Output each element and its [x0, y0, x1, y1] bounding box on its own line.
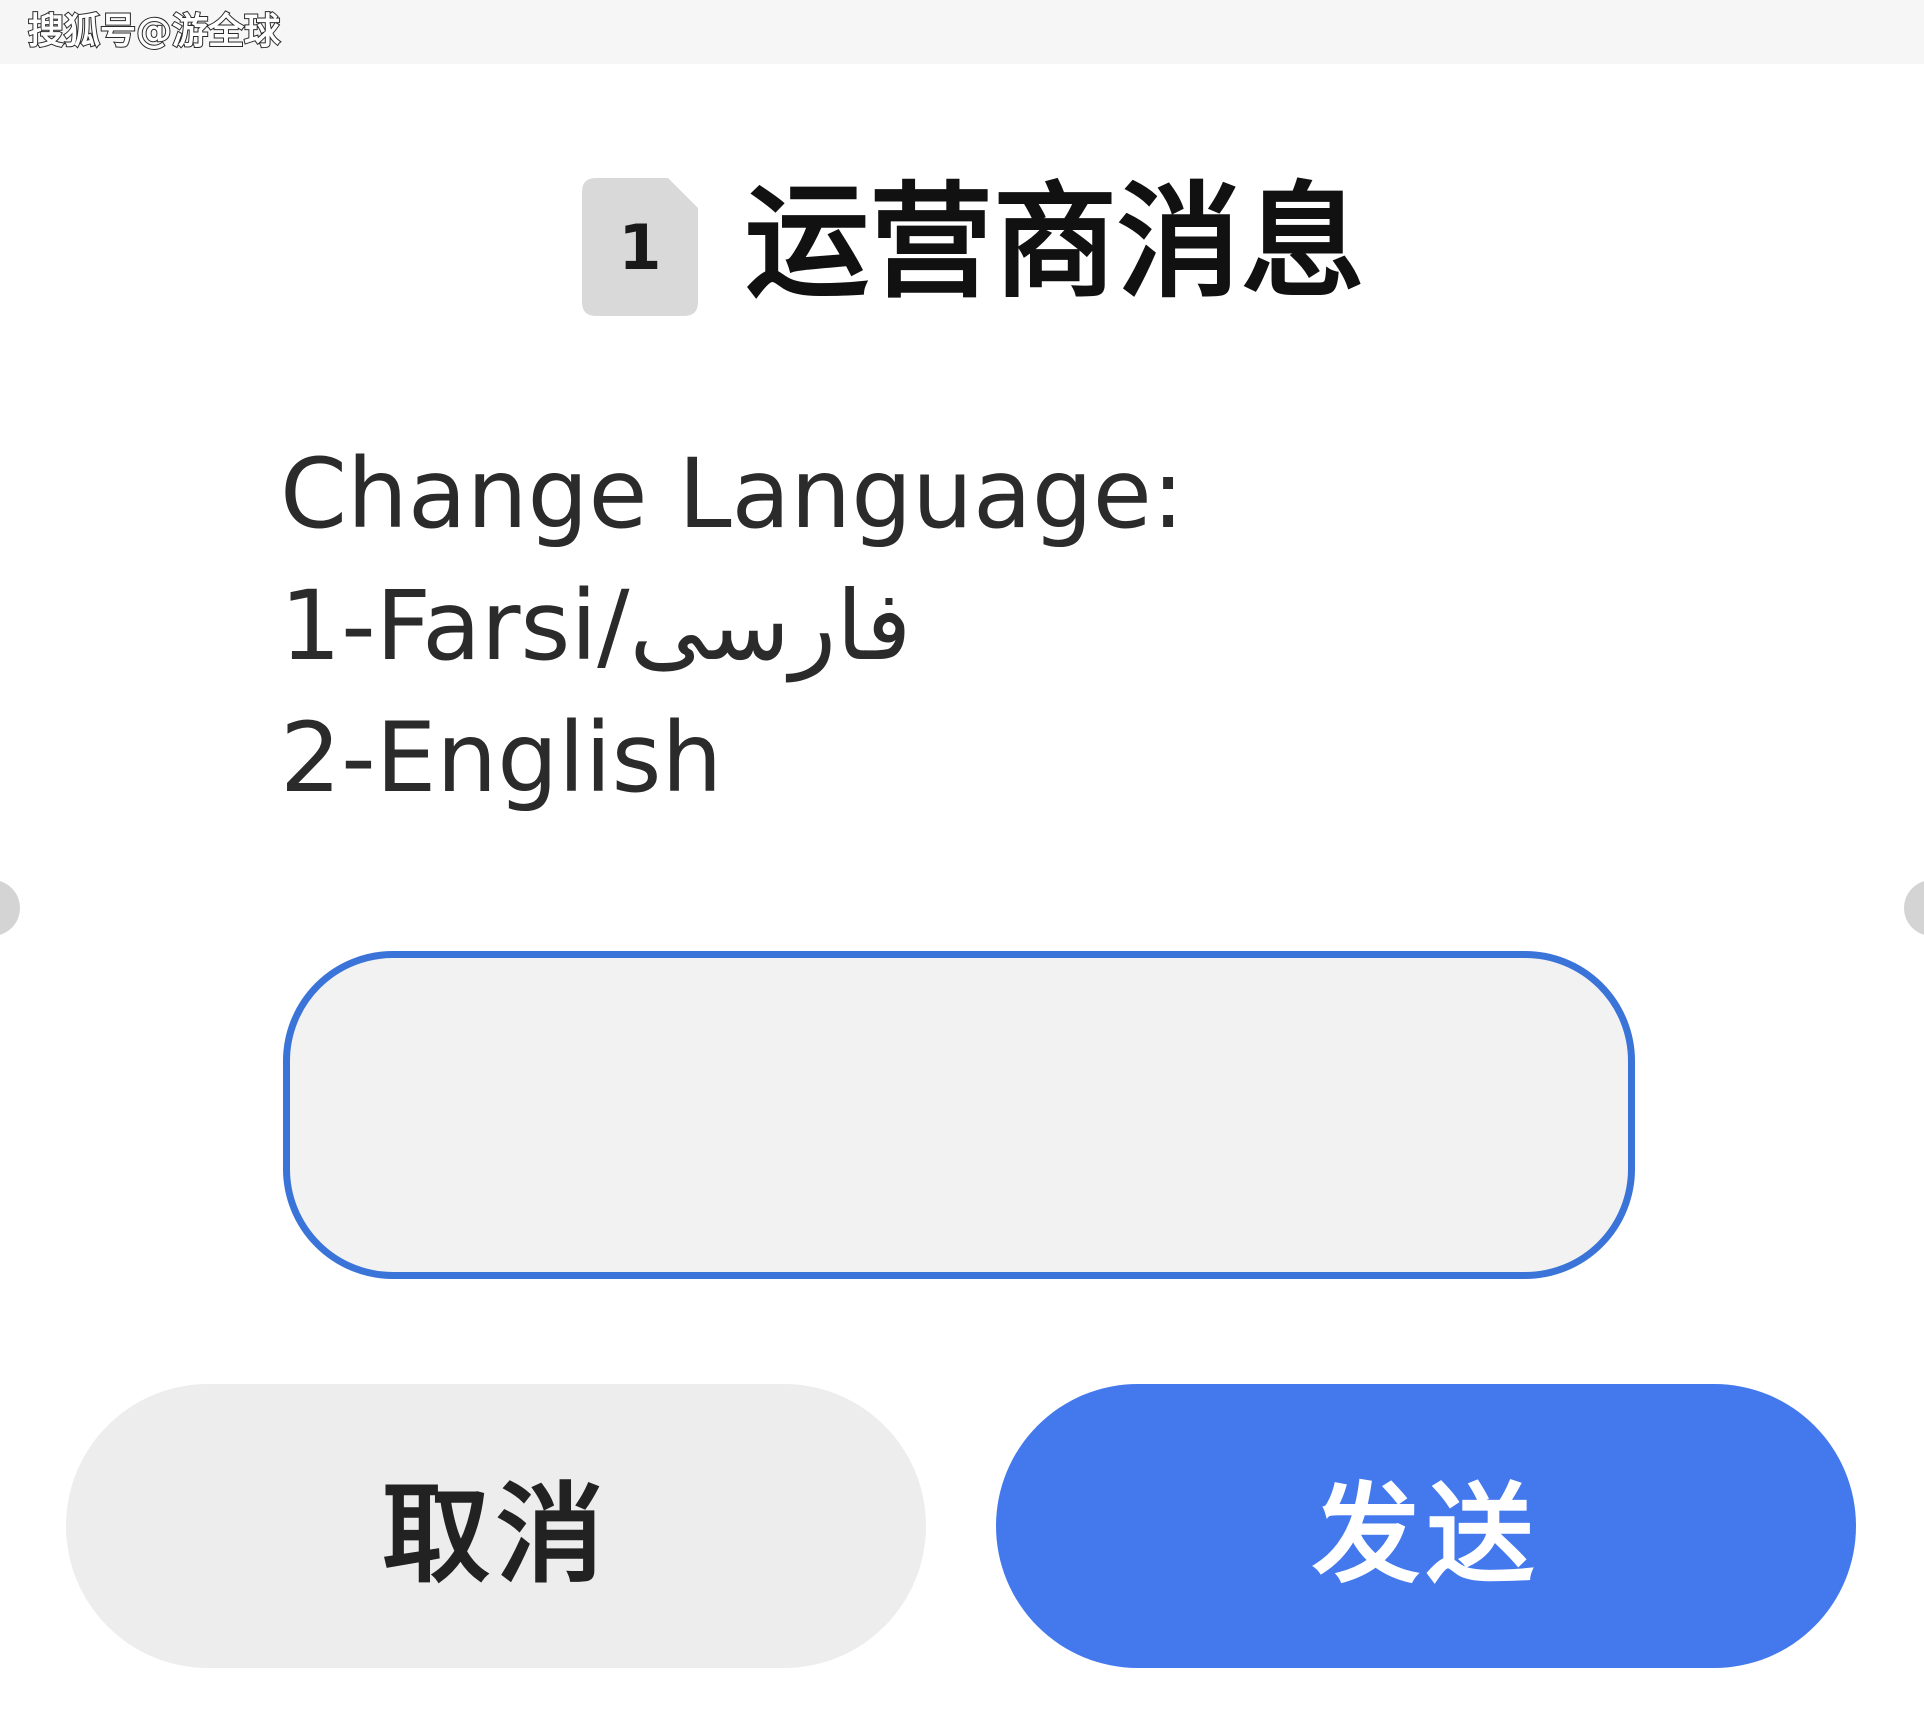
- reply-input[interactable]: [283, 951, 1635, 1279]
- dialog-title: 运营商消息: [745, 171, 1366, 315]
- message-line: Change Language:: [280, 438, 1185, 550]
- send-button[interactable]: 发送: [996, 1384, 1856, 1668]
- left-edge-handle: [0, 880, 20, 936]
- right-edge-handle: [1904, 880, 1924, 936]
- carrier-message: Change Language: 1-Farsi/فارسی 2-English: [280, 428, 1184, 824]
- message-line: 2-English: [280, 702, 723, 814]
- watermark-bar: 搜狐号@游全球: [0, 0, 1924, 64]
- watermark-text: 搜狐号@游全球: [27, 10, 281, 53]
- sim-slot-number: 1: [618, 210, 662, 284]
- cancel-button[interactable]: 取消: [66, 1384, 926, 1668]
- dialog-title-row: 1 运营商消息: [0, 168, 1924, 318]
- message-line: 1-Farsi/فارسی: [280, 570, 912, 682]
